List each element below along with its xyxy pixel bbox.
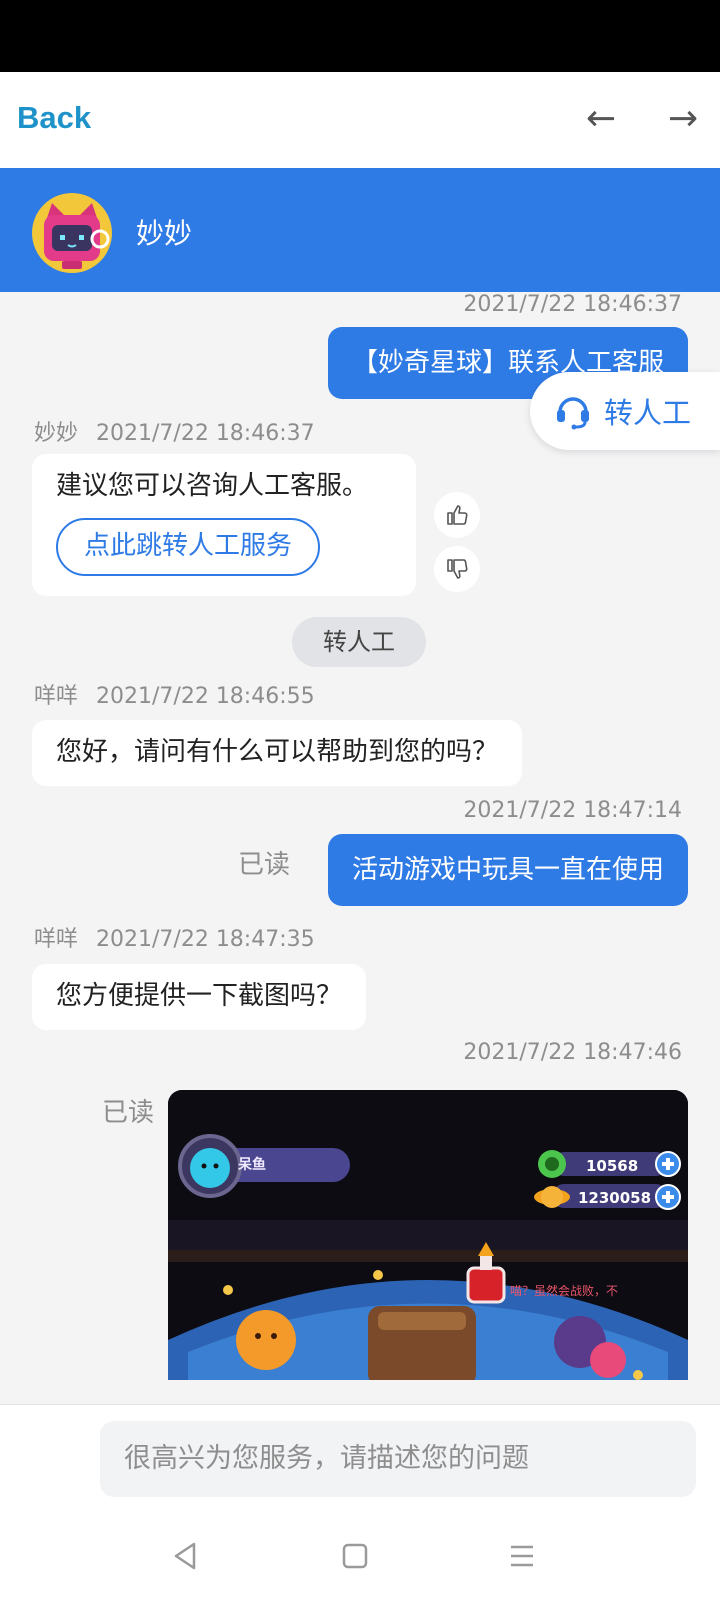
timestamp: 2021/7/22 18:46:55 <box>96 684 315 709</box>
message-list[interactable]: 2021/7/22 18:46:37 【妙奇星球】联系人工客服 妙妙 2021/7… <box>0 292 720 1404</box>
game-screenshot-image <box>168 1090 688 1380</box>
back-button[interactable]: Back <box>17 100 91 136</box>
sender-name: 咩咩 <box>34 684 79 709</box>
arrow-right-icon[interactable]: → <box>668 98 698 139</box>
read-status: 已读 <box>102 1098 155 1128</box>
sender-name: 妙妙 <box>34 421 79 446</box>
thumbs-up-button[interactable] <box>434 492 480 538</box>
read-status: 已读 <box>238 850 291 880</box>
headset-icon <box>557 397 589 430</box>
timestamp: 2021/7/22 18:46:37 <box>463 292 682 317</box>
transfer-chip[interactable]: 转人工 <box>292 617 426 667</box>
timestamp: 2021/7/22 18:46:37 <box>96 421 315 446</box>
menu-lines-icon[interactable] <box>508 1542 536 1570</box>
transfer-label: 转人工 <box>604 396 692 430</box>
robot-cat-avatar-icon <box>44 203 110 269</box>
arrow-left-icon[interactable]: ← <box>586 98 616 139</box>
stat-value: 10568 <box>586 1157 639 1175</box>
thumbs-down-button[interactable] <box>434 546 480 592</box>
status-bar <box>0 0 720 72</box>
timestamp: 2021/7/22 18:47:14 <box>463 798 682 823</box>
sender-info: 咩咩 2021/7/22 18:47:35 <box>34 921 315 953</box>
sender-name: 咩咩 <box>34 927 79 952</box>
agent-name: 妙妙 <box>136 217 193 250</box>
message-text: 建议您可以咨询人工客服。 <box>56 471 369 501</box>
timestamp: 2021/7/22 18:47:35 <box>96 927 315 952</box>
top-nav: Back ← → <box>0 72 720 168</box>
thumbs-up-icon <box>447 505 468 525</box>
input-bar: 很高兴为您服务，请描述您的问题 <box>0 1404 720 1513</box>
timestamp: 2021/7/22 18:47:46 <box>463 1040 682 1065</box>
back-triangle-icon[interactable] <box>172 1542 198 1570</box>
sender-info: 咩咩 2021/7/22 18:46:55 <box>34 678 315 710</box>
game-dialog-text: 喵？虽然会战败，不 <box>510 1284 619 1298</box>
transfer-to-human-float-button[interactable]: 转人工 <box>530 372 720 450</box>
image-message[interactable]: 呆鱼 10568 1230058 喵？虽然会战败，不 <box>168 1090 688 1380</box>
message-input[interactable]: 很高兴为您服务，请描述您的问题 <box>100 1421 696 1497</box>
sender-info: 妙妙 2021/7/22 18:46:37 <box>34 415 315 447</box>
player-name: 呆鱼 <box>238 1157 266 1173</box>
transfer-to-human-button[interactable]: 点此跳转人工服务 <box>56 517 321 576</box>
incoming-message: 您好，请问有什么可以帮助到您的吗？ <box>32 720 523 786</box>
outgoing-message: 活动游戏中玩具一直在使用 <box>327 834 688 906</box>
system-nav-bar <box>0 1512 720 1600</box>
chat-header: 妙妙 <box>0 168 720 292</box>
incoming-message: 建议您可以咨询人工客服。 点此跳转人工服务 <box>32 454 416 596</box>
stat-value: 1230058 <box>578 1189 652 1207</box>
home-square-icon[interactable] <box>342 1542 368 1570</box>
avatar[interactable] <box>32 193 112 273</box>
thumbs-down-icon <box>447 559 468 579</box>
incoming-message: 您方便提供一下截图吗？ <box>32 964 367 1030</box>
